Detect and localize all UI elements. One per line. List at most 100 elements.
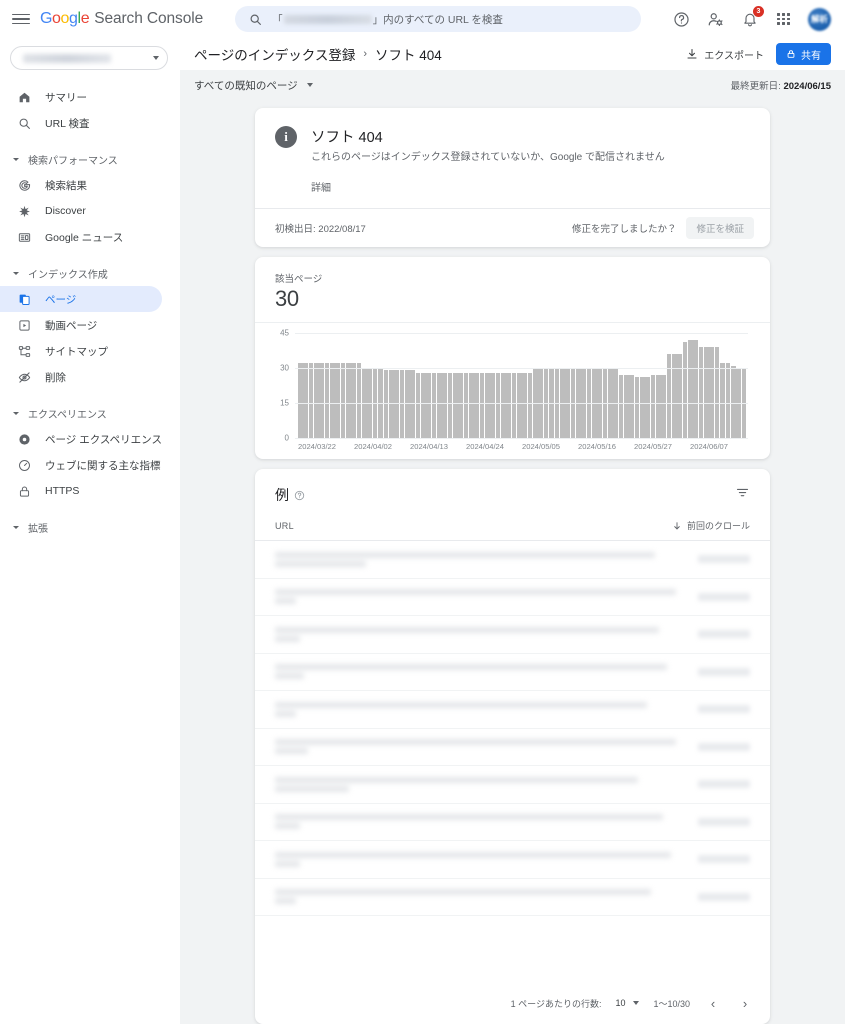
column-header-last-crawl[interactable]: 前回のクロール: [672, 519, 750, 532]
chart-bar[interactable]: [490, 372, 496, 438]
chart-bar[interactable]: [436, 372, 442, 438]
chart-bar[interactable]: [308, 363, 314, 438]
chart-bar[interactable]: [527, 372, 533, 438]
table-row[interactable]: [255, 841, 770, 879]
chart-bar[interactable]: [501, 372, 506, 438]
notifications-icon[interactable]: 3: [740, 5, 764, 29]
sidebar-item-discover[interactable]: Discover: [0, 198, 162, 224]
sidebar-item-core-web-vitals[interactable]: ウェブに関する主な指標: [0, 452, 162, 478]
chart-bar[interactable]: [634, 377, 640, 438]
chart-bar[interactable]: [698, 347, 704, 438]
chart-bar[interactable]: [522, 372, 528, 438]
table-row[interactable]: [255, 729, 770, 766]
help-circle-icon[interactable]: [294, 490, 305, 501]
chart-bar[interactable]: [479, 372, 485, 438]
chart-bar[interactable]: [356, 363, 362, 438]
chart-bar[interactable]: [704, 347, 709, 438]
table-row[interactable]: [255, 579, 770, 616]
sidebar-item-pages[interactable]: ページ: [0, 286, 162, 312]
sidebar-item-summary[interactable]: サマリー: [0, 84, 162, 110]
chart-bar[interactable]: [319, 363, 325, 438]
chart-bar[interactable]: [303, 363, 308, 438]
table-row[interactable]: [255, 766, 770, 804]
chart-bar[interactable]: [720, 363, 725, 438]
chart-bar[interactable]: [314, 363, 319, 438]
chart-bar[interactable]: [346, 363, 351, 438]
table-row[interactable]: [255, 691, 770, 729]
chart-bar[interactable]: [661, 375, 667, 438]
table-row[interactable]: [255, 616, 770, 654]
next-page-button[interactable]: ›: [736, 994, 754, 1012]
chart-bar[interactable]: [399, 370, 405, 438]
chart-bar[interactable]: [340, 363, 346, 438]
chart-bar[interactable]: [650, 375, 656, 438]
chart-bar[interactable]: [324, 363, 330, 438]
chart-bar[interactable]: [452, 372, 458, 438]
page-scope-filter[interactable]: すべての既知のページ: [194, 78, 313, 93]
sidebar-group-enhancements[interactable]: 拡張: [0, 516, 180, 538]
sidebar-item-video-pages[interactable]: 動画ページ: [0, 312, 162, 338]
sidebar-group-search-performance[interactable]: 検索パフォーマンス: [0, 148, 180, 170]
chart-bar[interactable]: [463, 372, 469, 438]
chart-bar[interactable]: [709, 347, 715, 438]
chart-bar[interactable]: [688, 340, 693, 438]
breadcrumb-parent[interactable]: ページのインデックス登録: [194, 44, 355, 64]
chart-bar[interactable]: [447, 372, 453, 438]
table-row[interactable]: [255, 804, 770, 841]
account-settings-icon[interactable]: [706, 10, 725, 29]
chart-bar[interactable]: [666, 354, 672, 438]
sidebar-item-https[interactable]: HTTPS: [0, 478, 162, 504]
avatar[interactable]: 解析: [808, 7, 831, 31]
chart-bar[interactable]: [458, 372, 463, 438]
chart-bar[interactable]: [335, 363, 341, 438]
export-button[interactable]: エクスポート: [686, 47, 764, 62]
sidebar-group-indexing[interactable]: インデックス作成: [0, 262, 180, 284]
chart-bar[interactable]: [623, 375, 629, 438]
chart-bar[interactable]: [640, 377, 645, 438]
chart-bar[interactable]: [431, 372, 437, 438]
chart-bar[interactable]: [415, 372, 421, 438]
chart-bar[interactable]: [656, 375, 661, 438]
chart-bar[interactable]: [677, 354, 683, 438]
chart-bar[interactable]: [410, 370, 415, 438]
chart-bar[interactable]: [714, 347, 720, 438]
chart-bar[interactable]: [394, 370, 399, 438]
status-detail-link[interactable]: 詳細: [311, 179, 665, 194]
chart-bar[interactable]: [420, 372, 426, 438]
chart-body[interactable]: 45 30 15 0 2024/03/22 2024/04/02 2024/04/13 20…: [255, 323, 770, 459]
url-inspection-search[interactable]: 「 」内のすべての URL を検査: [235, 6, 642, 32]
sidebar-item-removals[interactable]: 削除: [0, 364, 162, 390]
chart-bar[interactable]: [383, 370, 389, 438]
main-menu-icon[interactable]: [12, 10, 30, 28]
chart-bar[interactable]: [725, 363, 731, 438]
chart-bar[interactable]: [618, 375, 624, 438]
chart-bar[interactable]: [330, 363, 335, 438]
bar-chart-plot[interactable]: 45 30 15 0: [273, 329, 752, 443]
sidebar-item-page-experience[interactable]: ページ エクスペリエンス: [0, 426, 162, 452]
chart-bar[interactable]: [469, 372, 474, 438]
table-row[interactable]: [255, 879, 770, 916]
chart-bar[interactable]: [730, 365, 736, 438]
validate-fix-button[interactable]: 修正を検証: [686, 217, 754, 239]
previous-page-button[interactable]: ‹: [704, 994, 722, 1012]
column-header-url[interactable]: URL: [275, 521, 294, 531]
property-selector[interactable]: [10, 46, 168, 70]
chart-bar[interactable]: [474, 372, 479, 438]
chart-bar[interactable]: [672, 354, 677, 438]
sidebar-group-experience[interactable]: エクスペリエンス: [0, 402, 180, 424]
brand-logo[interactable]: Google Search Console: [40, 10, 203, 28]
chart-bar[interactable]: [442, 372, 447, 438]
chart-bar[interactable]: [388, 370, 394, 438]
chart-bar[interactable]: [693, 340, 699, 438]
sidebar-item-sitemaps[interactable]: サイトマップ: [0, 338, 162, 364]
filter-icon[interactable]: [735, 485, 750, 505]
chart-bar[interactable]: [298, 363, 303, 438]
chart-bar[interactable]: [426, 372, 431, 438]
share-button[interactable]: 共有: [776, 43, 831, 65]
chart-bar[interactable]: [495, 372, 501, 438]
sidebar-item-search-results[interactable]: 検索結果: [0, 172, 162, 198]
sidebar-item-google-news[interactable]: Google ニュース: [0, 224, 162, 250]
table-row[interactable]: [255, 654, 770, 691]
chart-bar[interactable]: [517, 372, 522, 438]
table-row[interactable]: [255, 541, 770, 579]
